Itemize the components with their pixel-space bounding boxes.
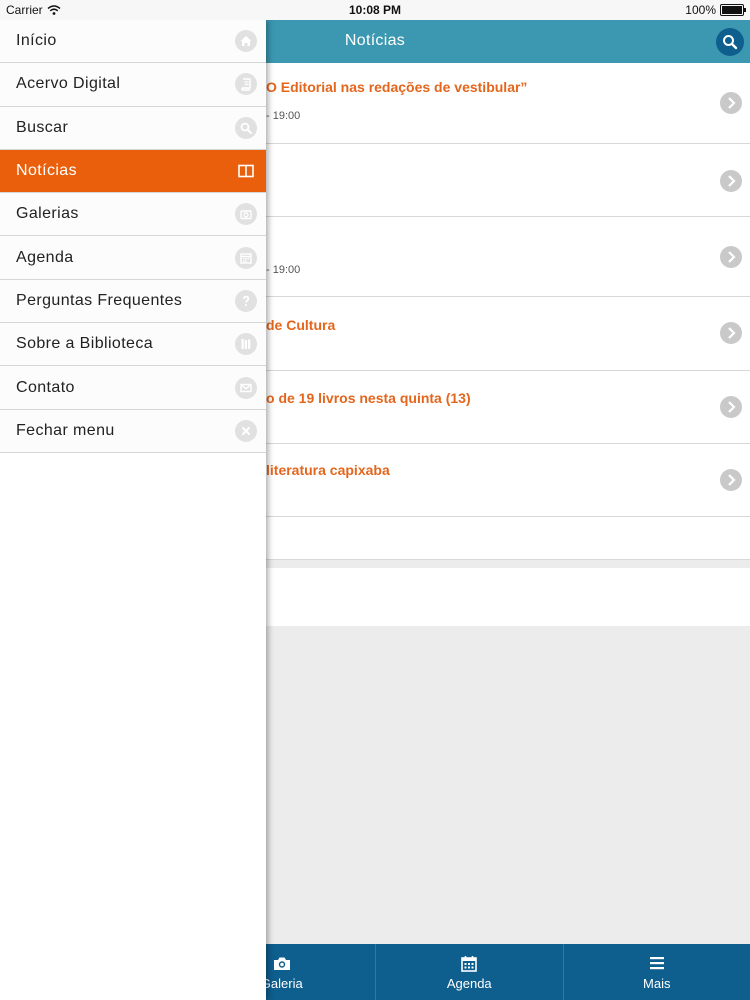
menu-item-acervo-digital[interactable]: Acervo Digital xyxy=(0,63,266,107)
tab-mais[interactable]: Mais xyxy=(562,944,750,1000)
book-icon xyxy=(235,73,257,96)
chevron-right-icon xyxy=(720,92,742,114)
menu-item-galerias[interactable]: Galerias xyxy=(0,193,266,237)
menu-item-label: Perguntas Frequentes xyxy=(16,291,183,309)
library-icon xyxy=(235,333,257,356)
side-menu: Início Acervo Digital Buscar Notícias Ga… xyxy=(0,20,266,1000)
page-title-text: Notícias xyxy=(344,32,406,49)
search-icon xyxy=(235,116,257,139)
menu-item-inicio[interactable]: Início xyxy=(0,20,266,64)
menu-item-label: Galerias xyxy=(16,205,79,223)
question-icon xyxy=(235,289,257,312)
news-title: de Cultura xyxy=(266,317,336,333)
chevron-right-icon xyxy=(720,469,742,491)
menu-item-sobre-a-biblioteca[interactable]: Sobre a Biblioteca xyxy=(0,323,266,367)
news-date: - 19:00 xyxy=(266,110,301,122)
tab-label: Mais xyxy=(643,976,671,991)
menu-item-label: Acervo Digital xyxy=(16,75,121,93)
menu-item-label: Fechar menu xyxy=(16,421,115,439)
chevron-right-icon xyxy=(720,396,742,418)
menu-icon xyxy=(649,953,665,973)
news-title: o de 19 livros nesta quinta (13) xyxy=(266,390,471,406)
calendar-icon xyxy=(461,953,478,973)
menu-item-fechar-menu[interactable]: Fechar menu xyxy=(0,409,266,453)
close-icon xyxy=(235,419,257,442)
search-icon xyxy=(723,35,738,50)
menu-item-label: Sobre a Biblioteca xyxy=(16,335,154,353)
menu-item-agenda[interactable]: Agenda xyxy=(0,236,266,280)
camera-icon xyxy=(235,203,257,226)
news-date: - 19:00 xyxy=(266,264,301,276)
menu-item-label: Notícias xyxy=(16,162,77,180)
status-bar: Carrier 10:08 PM 100% xyxy=(0,0,750,20)
menu-item-label: Agenda xyxy=(16,248,74,266)
menu-item-noticias[interactable]: Notícias xyxy=(0,149,266,194)
news-title: literatura capixaba xyxy=(266,462,390,478)
calendar-icon xyxy=(235,246,257,269)
chevron-right-icon xyxy=(720,246,742,268)
search-button[interactable] xyxy=(716,28,744,56)
menu-item-label: Contato xyxy=(16,378,75,396)
home-icon xyxy=(235,30,257,53)
menu-item-contato[interactable]: Contato xyxy=(0,366,266,410)
battery-status: 100% xyxy=(685,3,746,17)
mail-icon xyxy=(235,376,257,399)
tab-agenda[interactable]: Agenda xyxy=(375,944,563,1000)
battery-percent: 100% xyxy=(685,3,716,17)
menu-item-label: Início xyxy=(16,32,57,50)
menu-item-label: Buscar xyxy=(16,118,69,136)
menu-item-buscar[interactable]: Buscar xyxy=(0,106,266,150)
tab-label: Galeria xyxy=(260,976,303,991)
chevron-right-icon xyxy=(720,322,742,344)
tab-label: Agenda xyxy=(446,976,492,991)
clock: 10:08 PM xyxy=(348,3,402,17)
news-title: O Editorial nas redações de vestibular” xyxy=(266,79,528,95)
newspaper-icon xyxy=(235,160,257,182)
menu-item-perguntas-frequentes[interactable]: Perguntas Frequentes xyxy=(0,279,266,324)
battery-icon xyxy=(720,4,746,16)
camera-icon xyxy=(273,953,291,973)
chevron-right-icon xyxy=(720,170,742,192)
